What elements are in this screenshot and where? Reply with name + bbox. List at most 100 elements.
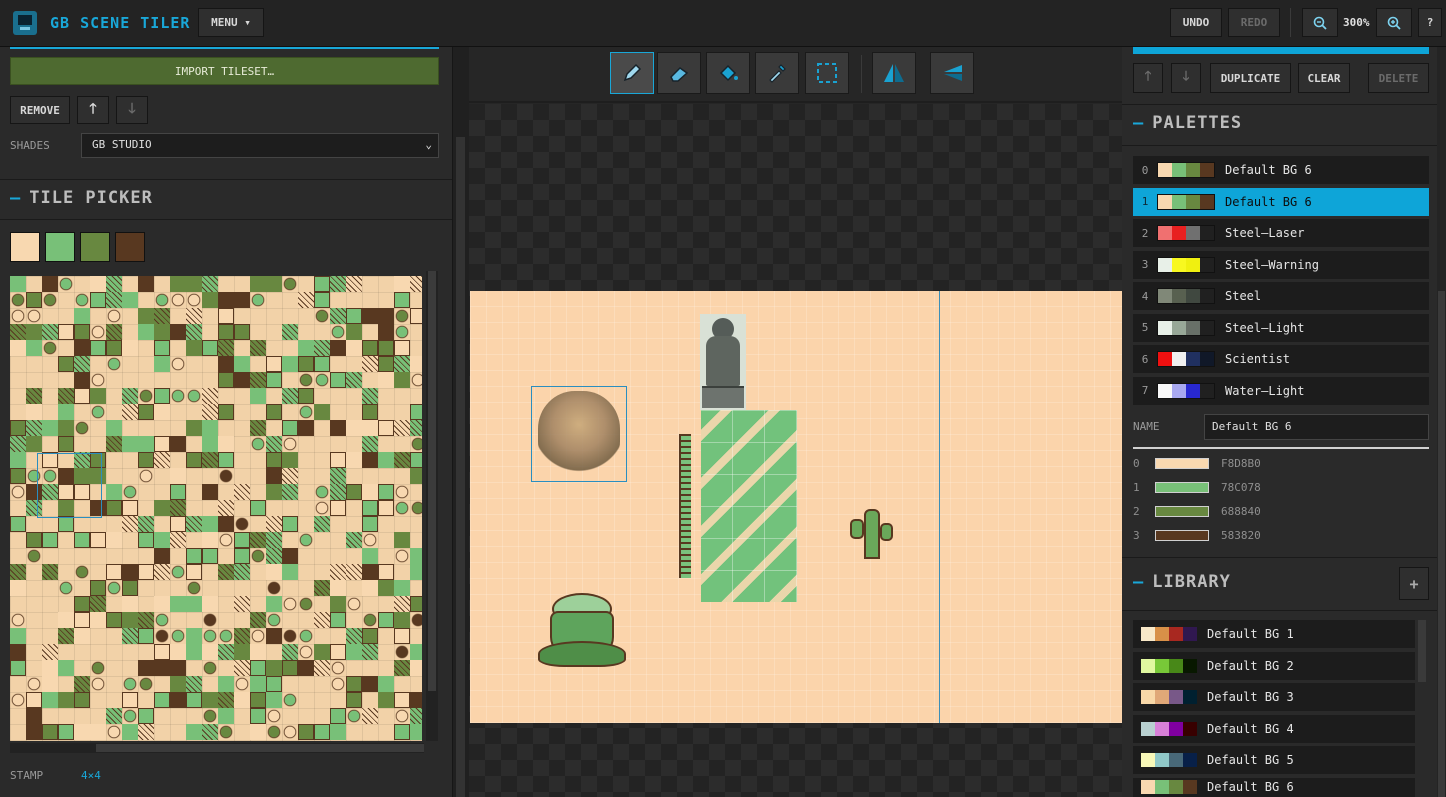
tileset-tile[interactable] — [234, 292, 250, 308]
tileset-tile[interactable] — [346, 596, 362, 612]
tileset-tile[interactable] — [298, 724, 314, 740]
tileset-tile[interactable] — [58, 516, 74, 532]
tileset-tile[interactable] — [250, 708, 266, 724]
tileset-tile[interactable] — [394, 580, 410, 596]
tileset-tile[interactable] — [378, 612, 394, 628]
tileset-tile[interactable] — [314, 292, 330, 308]
tileset-tile[interactable] — [58, 580, 74, 596]
tileset-tile[interactable] — [330, 564, 346, 580]
eraser-tool[interactable] — [657, 52, 701, 94]
tileset-tile[interactable] — [170, 468, 186, 484]
tileset-tile[interactable] — [410, 372, 422, 388]
tileset-tile[interactable] — [298, 420, 314, 436]
tileset-tile[interactable] — [58, 420, 74, 436]
tileset-tile[interactable] — [266, 708, 282, 724]
tileset-tile[interactable] — [186, 628, 202, 644]
tileset-tile[interactable] — [154, 340, 170, 356]
tileset-tile[interactable] — [282, 420, 298, 436]
tileset-tile[interactable] — [298, 404, 314, 420]
tileset-tile[interactable] — [10, 644, 26, 660]
tileset-tile[interactable] — [138, 708, 154, 724]
tileset-tile[interactable] — [58, 388, 74, 404]
tileset-tile[interactable] — [218, 372, 234, 388]
palette-color-entry[interactable]: 3 583820 — [1133, 525, 1261, 545]
tileset-tile[interactable] — [202, 388, 218, 404]
tileset-tile[interactable] — [170, 484, 186, 500]
tileset-tile[interactable] — [186, 308, 202, 324]
tileset-tile[interactable] — [330, 468, 346, 484]
tileset-tile[interactable] — [106, 420, 122, 436]
tileset-tile[interactable] — [266, 596, 282, 612]
tileset-tile[interactable] — [234, 356, 250, 372]
tileset-tile[interactable] — [186, 724, 202, 740]
tileset-tile[interactable] — [74, 676, 90, 692]
tileset-tile[interactable] — [218, 340, 234, 356]
tileset-tile[interactable] — [58, 356, 74, 372]
tileset-tile[interactable] — [74, 612, 90, 628]
tileset-tile[interactable] — [106, 484, 122, 500]
tileset-tile[interactable] — [410, 548, 422, 564]
tileset-tile[interactable] — [170, 628, 186, 644]
palette-row[interactable]: 2 Steel–Laser — [1133, 219, 1429, 247]
tileset-tile[interactable] — [42, 340, 58, 356]
tileset-tile[interactable] — [58, 660, 74, 676]
tileset-tile[interactable] — [250, 340, 266, 356]
tileset-tile[interactable] — [122, 724, 138, 740]
tileset-tile[interactable] — [106, 532, 122, 548]
tileset-tile[interactable] — [218, 564, 234, 580]
tileset-tile[interactable] — [202, 436, 218, 452]
tileset-tile[interactable] — [202, 516, 218, 532]
tileset-tile[interactable] — [314, 340, 330, 356]
tileset-tile[interactable] — [74, 596, 90, 612]
duplicate-button[interactable]: DUPLICATE — [1210, 63, 1291, 93]
tileset-tile[interactable] — [122, 340, 138, 356]
tileset-tile[interactable] — [282, 628, 298, 644]
tileset-tile[interactable] — [138, 564, 154, 580]
tileset-tile[interactable] — [138, 628, 154, 644]
tileset-tile[interactable] — [90, 580, 106, 596]
tileset-tile[interactable] — [170, 692, 186, 708]
tileset-tile[interactable] — [298, 532, 314, 548]
tileset-tile[interactable] — [346, 452, 362, 468]
tileset-tile[interactable] — [74, 356, 90, 372]
tileset-tile[interactable] — [138, 516, 154, 532]
tileset-tile[interactable] — [42, 724, 58, 740]
tileset-tile[interactable] — [394, 308, 410, 324]
tileset-tile[interactable] — [330, 452, 346, 468]
scene-canvas[interactable] — [470, 291, 1122, 723]
tileset-tile[interactable] — [42, 532, 58, 548]
tileset-tile[interactable] — [202, 292, 218, 308]
tileset-tile[interactable] — [90, 676, 106, 692]
tileset-tile[interactable] — [90, 532, 106, 548]
tileset-tile[interactable] — [298, 596, 314, 612]
tileset-tile[interactable] — [154, 692, 170, 708]
tileset-tile[interactable] — [90, 596, 106, 612]
tileset-tile[interactable] — [330, 420, 346, 436]
tileset-tile[interactable] — [42, 644, 58, 660]
tileset-tile[interactable] — [74, 692, 90, 708]
tileset-tile[interactable] — [122, 692, 138, 708]
tileset-tile[interactable] — [346, 644, 362, 660]
tileset-tile[interactable] — [218, 628, 234, 644]
tileset-tile[interactable] — [138, 724, 154, 740]
palette-row[interactable]: 6 Scientist — [1133, 345, 1429, 373]
tileset-tile[interactable] — [26, 724, 42, 740]
tileset-tile[interactable] — [42, 420, 58, 436]
tileset-tile[interactable] — [362, 340, 378, 356]
tileset-tile[interactable] — [282, 468, 298, 484]
tileset-tile[interactable] — [138, 276, 154, 292]
tileset-tile[interactable] — [410, 692, 422, 708]
tileset-tile[interactable] — [90, 612, 106, 628]
tileset-tile[interactable] — [346, 676, 362, 692]
tileset-tile[interactable] — [26, 388, 42, 404]
zoom-in-icon[interactable] — [1376, 8, 1412, 37]
tileset-tile[interactable] — [74, 420, 90, 436]
tileset-tile[interactable] — [314, 484, 330, 500]
tileset-tile[interactable] — [330, 612, 346, 628]
tileset-tile[interactable] — [378, 324, 394, 340]
tileset-tile[interactable] — [10, 324, 26, 340]
tileset-tile[interactable] — [170, 276, 186, 292]
tileset-tile[interactable] — [410, 564, 422, 580]
tileset-tile[interactable] — [378, 356, 394, 372]
tileset-tile[interactable] — [10, 468, 26, 484]
